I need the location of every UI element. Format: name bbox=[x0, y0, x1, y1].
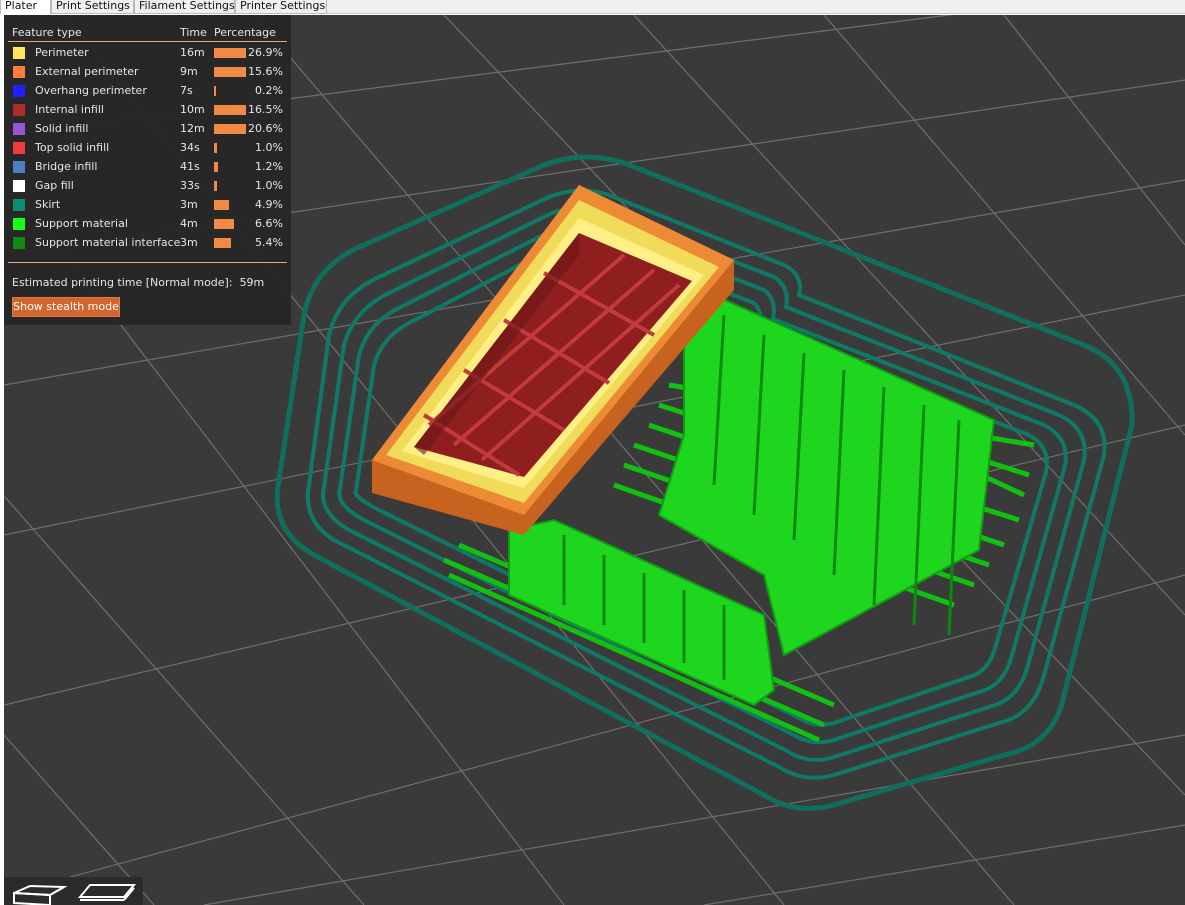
legend-header-feature: Feature type bbox=[12, 26, 82, 39]
tab-label: Printer Settings bbox=[240, 0, 326, 12]
feature-percentage: 0.2% bbox=[255, 84, 283, 97]
legend-row-bridge-infill: Bridge infill 41s 1.2% bbox=[4, 159, 291, 178]
legend-header-percentage: Percentage bbox=[214, 26, 276, 39]
color-swatch bbox=[13, 237, 25, 249]
tab-print-settings[interactable]: Print Settings bbox=[51, 0, 134, 14]
legend-row-perimeter: Perimeter 16m 26.9% bbox=[4, 45, 291, 64]
legend-row-support-material: Support material 4m 6.6% bbox=[4, 216, 291, 235]
tab-bar: Plater Print Settings Filament Settings … bbox=[0, 0, 1185, 14]
feature-percentage: 15.6% bbox=[248, 65, 283, 78]
color-swatch bbox=[13, 199, 25, 211]
percentage-bar bbox=[214, 219, 234, 229]
color-swatch bbox=[13, 123, 25, 135]
legend-header-time: Time bbox=[180, 26, 207, 39]
feature-time: 33s bbox=[180, 179, 200, 192]
feature-percentage: 1.0% bbox=[255, 179, 283, 192]
feature-percentage: 1.0% bbox=[255, 141, 283, 154]
show-stealth-mode-button[interactable]: Show stealth mode bbox=[12, 297, 120, 317]
feature-name: Overhang perimeter bbox=[35, 84, 147, 97]
feature-name: Perimeter bbox=[35, 46, 89, 59]
feature-percentage: 1.2% bbox=[255, 160, 283, 173]
feature-time: 34s bbox=[180, 141, 200, 154]
top-view-icon bbox=[77, 884, 137, 901]
feature-name: Support material bbox=[35, 217, 128, 230]
feature-percentage: 4.9% bbox=[255, 198, 283, 211]
percentage-bar bbox=[214, 238, 231, 248]
legend-row-support-material-interface: Support material interface 3m 5.4% bbox=[4, 235, 291, 254]
legend-row-top-solid-infill: Top solid infill 34s 1.0% bbox=[4, 140, 291, 159]
legend-row-gap-fill: Gap fill 33s 1.0% bbox=[4, 178, 291, 197]
top-view-button[interactable] bbox=[76, 879, 138, 905]
feature-time: 3m bbox=[180, 198, 198, 211]
estimated-time-value: 59m bbox=[239, 276, 265, 289]
feature-percentage: 16.5% bbox=[248, 103, 283, 116]
percentage-bar bbox=[214, 181, 217, 191]
color-swatch bbox=[13, 180, 25, 192]
tab-printer-settings[interactable]: Printer Settings bbox=[235, 0, 327, 14]
color-swatch bbox=[13, 66, 25, 78]
estimated-time: Estimated printing time [Normal mode]: 5… bbox=[12, 276, 264, 289]
feature-time: 3m bbox=[180, 236, 198, 249]
feature-time: 16m bbox=[180, 46, 205, 59]
feature-name: Support material interface bbox=[35, 236, 181, 249]
color-swatch bbox=[13, 142, 25, 154]
feature-name: External perimeter bbox=[35, 65, 139, 78]
percentage-bar bbox=[214, 200, 229, 210]
color-swatch bbox=[13, 104, 25, 116]
view-toolbar bbox=[4, 877, 143, 905]
feature-time: 7s bbox=[180, 84, 193, 97]
legend-row-skirt: Skirt 3m 4.9% bbox=[4, 197, 291, 216]
legend-panel: Feature type Time Percentage Perimeter 1… bbox=[4, 15, 291, 325]
feature-percentage: 6.6% bbox=[255, 217, 283, 230]
feature-percentage: 26.9% bbox=[248, 46, 283, 59]
feature-name: Internal infill bbox=[35, 103, 104, 116]
legend-row-external-perimeter: External perimeter 9m 15.6% bbox=[4, 64, 291, 83]
feature-name: Bridge infill bbox=[35, 160, 98, 173]
legend-divider bbox=[8, 41, 287, 42]
legend-row-internal-infill: Internal infill 10m 16.5% bbox=[4, 102, 291, 121]
percentage-bar bbox=[214, 143, 217, 153]
percentage-bar bbox=[214, 124, 246, 134]
percentage-bar bbox=[214, 162, 218, 172]
color-swatch bbox=[13, 218, 25, 230]
color-swatch bbox=[13, 161, 25, 173]
feature-time: 12m bbox=[180, 122, 205, 135]
percentage-bar bbox=[214, 86, 216, 96]
tab-plater[interactable]: Plater bbox=[0, 0, 51, 14]
feature-percentage: 20.6% bbox=[248, 122, 283, 135]
percentage-bar bbox=[214, 48, 246, 58]
feature-name: Skirt bbox=[35, 198, 61, 211]
feature-percentage: 5.4% bbox=[255, 236, 283, 249]
percentage-bar bbox=[214, 67, 246, 77]
feature-time: 41s bbox=[180, 160, 200, 173]
tab-label: Plater bbox=[5, 0, 38, 12]
feature-time: 9m bbox=[180, 65, 198, 78]
color-swatch bbox=[13, 85, 25, 97]
legend-divider bbox=[8, 262, 287, 263]
tab-label: Print Settings bbox=[56, 0, 130, 12]
feature-name: Solid infill bbox=[35, 122, 89, 135]
color-swatch bbox=[13, 47, 25, 59]
percentage-bar bbox=[214, 105, 246, 115]
feature-time: 4m bbox=[180, 217, 198, 230]
estimated-time-label: Estimated printing time [Normal mode]: bbox=[12, 276, 233, 289]
perspective-view-icon bbox=[13, 884, 68, 905]
feature-name: Gap fill bbox=[35, 179, 74, 192]
tab-filament-settings[interactable]: Filament Settings bbox=[134, 0, 235, 14]
tab-label: Filament Settings bbox=[139, 0, 235, 12]
legend-row-overhang-perimeter: Overhang perimeter 7s 0.2% bbox=[4, 83, 291, 102]
feature-name: Top solid infill bbox=[35, 141, 110, 154]
perspective-view-button[interactable] bbox=[6, 879, 68, 905]
legend-row-solid-infill: Solid infill 12m 20.6% bbox=[4, 121, 291, 140]
feature-time: 10m bbox=[180, 103, 205, 116]
